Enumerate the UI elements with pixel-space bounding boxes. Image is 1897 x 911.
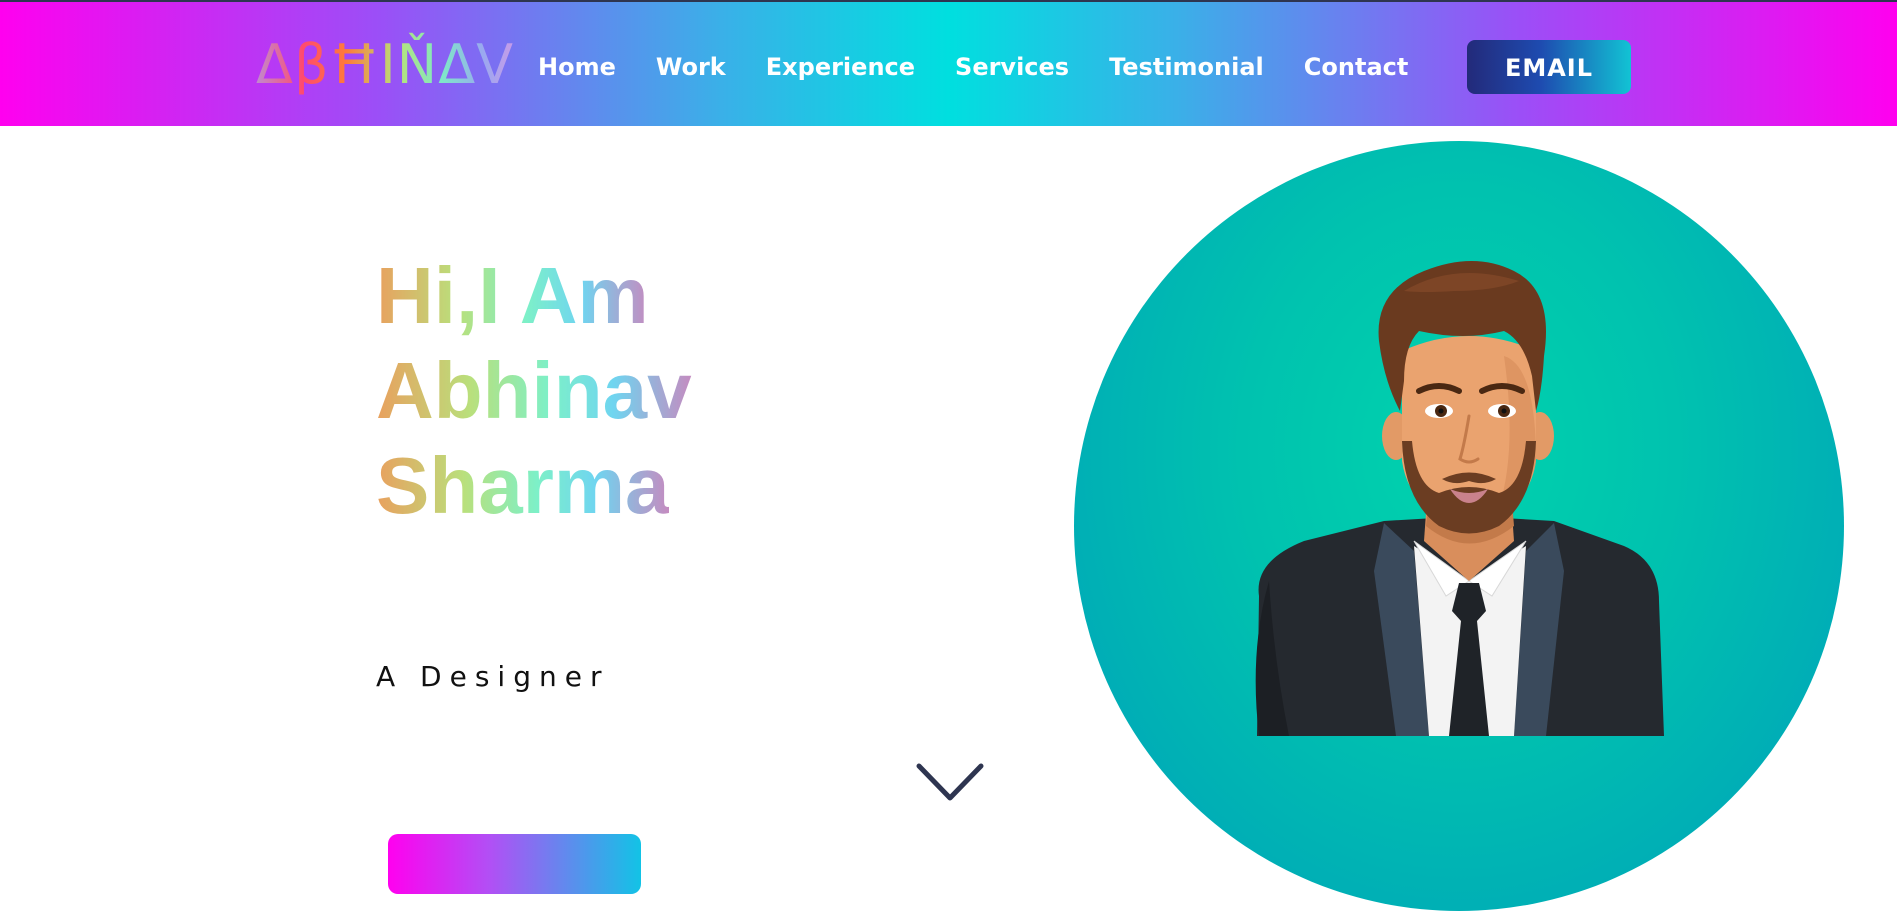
brand-logo[interactable]: ΔβĦIŇΔV [256, 30, 514, 100]
nav-link-contact[interactable]: Contact [1304, 47, 1409, 87]
nav-link-services[interactable]: Services [955, 47, 1069, 87]
nav-link-home[interactable]: Home [538, 47, 616, 87]
hero-heading-line-3: Sharma [376, 438, 669, 533]
hero-heading-line-1: Hi,I Am [376, 248, 649, 343]
nav-link-experience[interactable]: Experience [766, 47, 915, 87]
avatar-circle [1074, 141, 1844, 911]
hero-subtitle: A Designer [376, 660, 610, 693]
cta-button[interactable] [388, 834, 641, 894]
chevron-down-icon[interactable] [915, 760, 985, 806]
hero-heading-line-2: Abhinav [376, 343, 692, 438]
top-navbar: ΔβĦIŇΔV Home Work Experience Services Te… [0, 0, 1897, 126]
hero-heading: Hi,I Am Abhinav Sharma [376, 248, 692, 533]
email-button[interactable]: EMAIL [1467, 40, 1631, 94]
nav-link-work[interactable]: Work [656, 47, 726, 87]
nav-links: Home Work Experience Services Testimonia… [538, 47, 1448, 87]
nav-link-testimonial[interactable]: Testimonial [1109, 47, 1264, 87]
avatar-illustration [1255, 261, 1664, 736]
